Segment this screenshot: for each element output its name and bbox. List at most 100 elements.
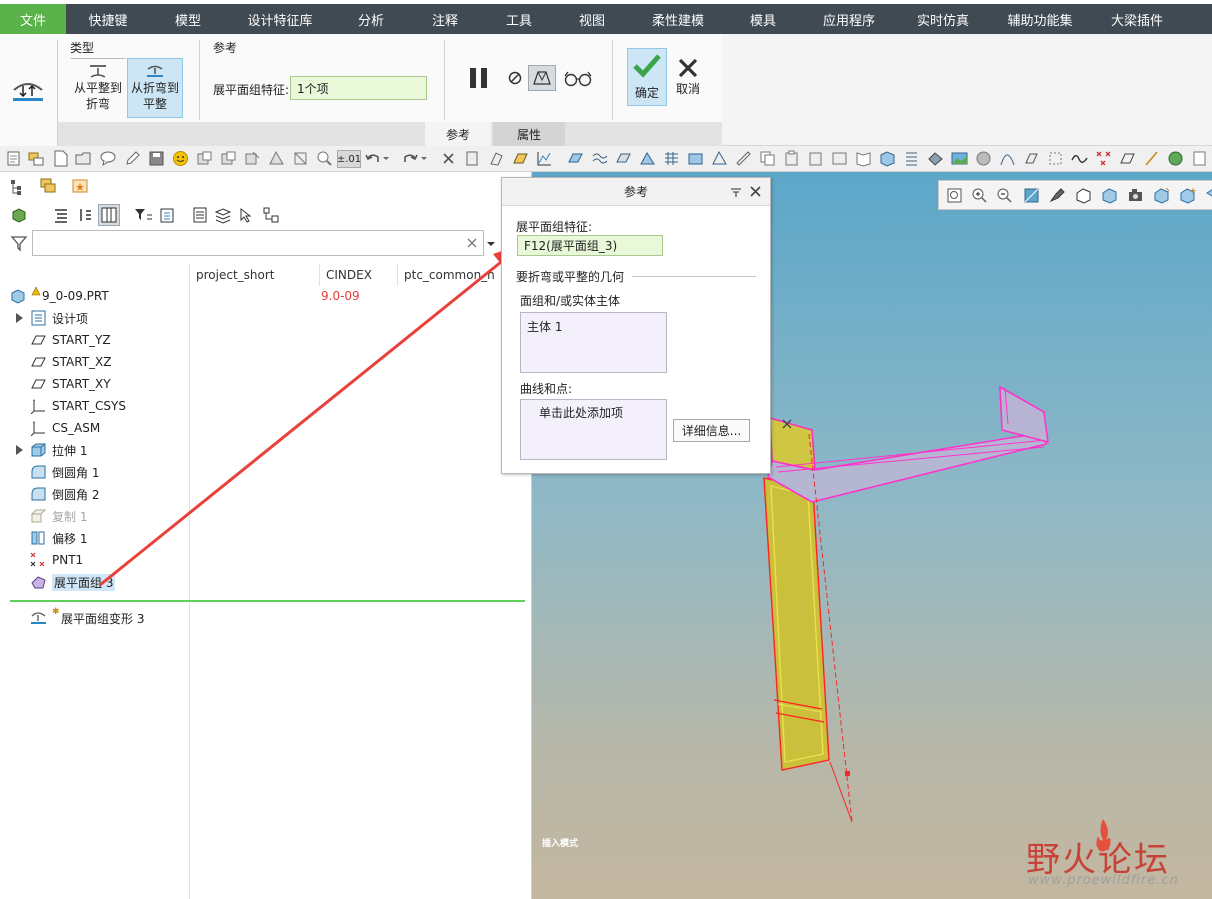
component-icon-5[interactable] (292, 150, 309, 167)
columns-icon[interactable] (98, 204, 120, 226)
tree-item-cs-asm[interactable]: CS_ASM (0, 417, 530, 439)
tab-properties[interactable]: 属性 (493, 122, 565, 146)
precision-label[interactable]: ±.01 (337, 150, 361, 168)
pause-icon[interactable] (467, 66, 491, 90)
component-icon-3[interactable] (244, 150, 261, 167)
show-list-icon[interactable] (52, 206, 70, 224)
component-icon-1[interactable] (196, 150, 213, 167)
expand-arrow-icon[interactable] (16, 445, 23, 455)
tab-reference[interactable]: 参考 (425, 122, 491, 146)
menu-model[interactable]: 模型 (150, 4, 226, 34)
flat-to-bend-button[interactable]: 从平整到 折弯 (70, 58, 126, 118)
column-project-short[interactable]: project_short (189, 264, 319, 286)
graph-icon[interactable] (536, 150, 553, 167)
feature-icon-1[interactable] (464, 150, 481, 167)
surface-icon-4[interactable] (687, 150, 704, 167)
scene-icon[interactable] (951, 150, 968, 167)
component-icon-2[interactable] (220, 150, 237, 167)
tree-settings-icon[interactable] (158, 206, 176, 224)
open-icon[interactable] (75, 150, 92, 167)
smiley-icon[interactable] (172, 150, 189, 167)
bend-to-flat-button[interactable]: 从折弯到 平整 (127, 58, 183, 118)
redo-dropdown-icon[interactable] (419, 150, 429, 167)
menu-tools[interactable]: 工具 (482, 4, 556, 34)
glasses-icon[interactable] (1191, 150, 1208, 167)
tree-item-extrude-1[interactable]: 拉伸 1 (0, 439, 530, 461)
menu-flexible-modeling[interactable]: 柔性建模 (628, 4, 728, 34)
tree-item-copy-1[interactable]: 复制 1 (0, 505, 530, 527)
menu-shortcuts[interactable]: 快捷键 (66, 4, 150, 34)
curve-icon-1[interactable] (591, 150, 608, 167)
delete-icon[interactable] (440, 150, 457, 167)
sphere-icon[interactable] (1167, 150, 1184, 167)
curves-listbox[interactable]: 单击此处添加项 (520, 399, 667, 460)
axis-icon[interactable] (1143, 150, 1160, 167)
ruler-icon[interactable] (735, 150, 752, 167)
menu-auxiliary-functions[interactable]: 辅助功能集 (986, 4, 1094, 34)
menu-design-feature-library[interactable]: 设计特征库 (226, 4, 334, 34)
expand-arrow-icon[interactable] (16, 313, 23, 323)
curve-icon-2[interactable] (999, 150, 1016, 167)
tree-item-start-xz[interactable]: START_XZ (0, 351, 530, 373)
surface-icon-5[interactable] (711, 150, 728, 167)
favorites-tab-icon[interactable] (70, 176, 90, 196)
model-tree-tab-icon[interactable] (8, 178, 26, 196)
menu-analysis[interactable]: 分析 (334, 4, 408, 34)
close-panel-icon[interactable] (750, 186, 761, 197)
component-icon-4[interactable] (268, 150, 285, 167)
verify-glasses-icon[interactable] (563, 68, 593, 88)
layer-tree-tab-icon[interactable] (38, 176, 58, 196)
points-icon[interactable] (1047, 150, 1064, 167)
save-icon[interactable] (148, 150, 165, 167)
panel-flatten-feature-field[interactable]: F12(展平面组_3) (517, 235, 663, 256)
feature-icon-3[interactable] (512, 150, 529, 167)
filter-settings-icon[interactable] (133, 206, 153, 224)
feature-list-icon[interactable] (191, 206, 209, 224)
flatten-feature-field[interactable]: 1个项 (290, 76, 427, 100)
geometry-preview-icon[interactable] (528, 65, 556, 91)
structure-icon[interactable] (262, 206, 280, 224)
tree-item-round-1[interactable]: 倒圆角 1 (0, 461, 530, 483)
cancel-button[interactable]: 取消 (670, 48, 706, 106)
no-preview-icon[interactable] (507, 70, 523, 86)
pin-icon[interactable] (730, 186, 742, 198)
list-icon[interactable] (903, 150, 920, 167)
menu-mold[interactable]: 模具 (728, 4, 798, 34)
appearance-icon[interactable] (927, 150, 944, 167)
menu-view[interactable]: 视图 (556, 4, 628, 34)
menu-realtime-simulation[interactable]: 实时仿真 (900, 4, 986, 34)
mesh-icon[interactable] (663, 150, 680, 167)
undo-dropdown-icon[interactable] (381, 150, 391, 167)
edit-icon[interactable] (124, 150, 141, 167)
details-button[interactable]: 详细信息... (673, 419, 750, 442)
paste-icon[interactable] (783, 150, 800, 167)
search-dropdown-icon[interactable] (486, 238, 496, 248)
copy-icon[interactable] (759, 150, 776, 167)
tree-item-design-items[interactable]: 设计项 (0, 307, 530, 329)
layer-icon[interactable] (831, 150, 848, 167)
tree-item-offset-1[interactable]: 偏移 1 (0, 527, 530, 549)
regenerate-icon[interactable] (5, 150, 22, 167)
tree-icon[interactable] (27, 150, 44, 167)
tree-search-input[interactable] (32, 230, 484, 256)
menu-girder-plugin[interactable]: 大梁插件 (1094, 4, 1180, 34)
zoom-component-icon[interactable] (316, 150, 333, 167)
quilts-list-item[interactable]: 主体 1 (527, 318, 562, 335)
menu-applications[interactable]: 应用程序 (798, 4, 900, 34)
tree-item-pnt1[interactable]: PNT1 (0, 549, 530, 571)
tree-item-start-yz[interactable]: START_YZ (0, 329, 530, 351)
new-icon[interactable] (52, 150, 69, 167)
surface-icon-2[interactable] (615, 150, 632, 167)
box-icon[interactable] (879, 150, 896, 167)
layers-icon[interactable] (214, 206, 232, 224)
message-icon[interactable] (100, 150, 117, 167)
pointer-tree-icon[interactable] (238, 206, 256, 224)
datum-points-icon[interactable] (1095, 150, 1112, 167)
tree-item-start-xy[interactable]: START_XY (0, 373, 530, 395)
paste-special-icon[interactable] (807, 150, 824, 167)
ok-button[interactable]: 确定 (627, 48, 667, 106)
redo-icon[interactable] (402, 150, 419, 167)
clear-search-icon[interactable] (466, 237, 478, 249)
quilts-listbox[interactable]: 主体 1 (520, 312, 667, 373)
sketch-icon[interactable] (1023, 150, 1040, 167)
